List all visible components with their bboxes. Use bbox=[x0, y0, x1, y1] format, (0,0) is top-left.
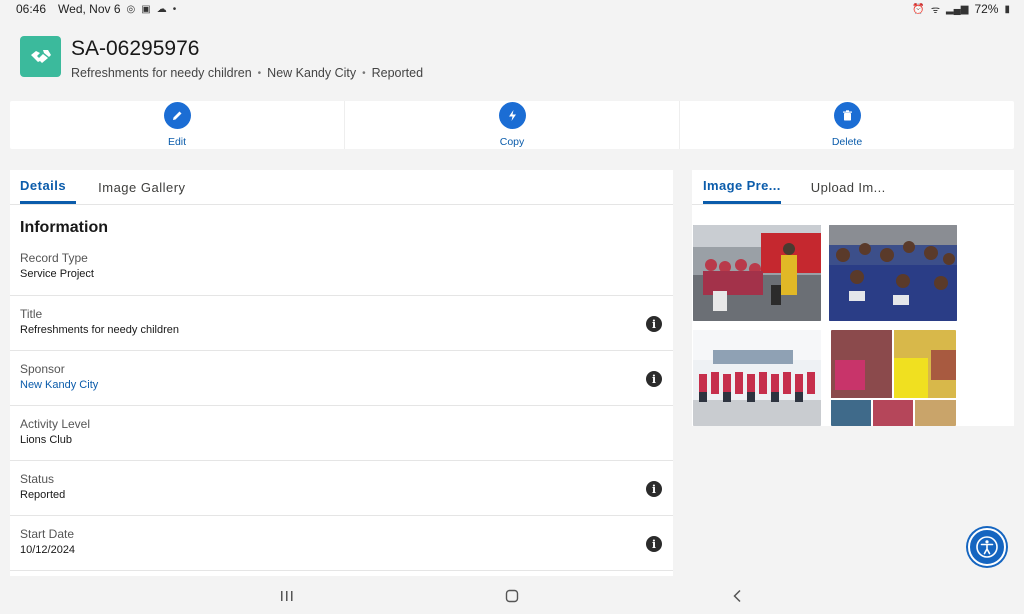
info-icon[interactable]: i bbox=[646, 371, 662, 387]
info-icon[interactable]: i bbox=[646, 481, 662, 497]
copy-label: Copy bbox=[499, 136, 525, 148]
field-label: Activity Level bbox=[20, 417, 91, 431]
trash-icon bbox=[833, 102, 861, 129]
tab-image-preview[interactable]: Image Pre... bbox=[703, 170, 781, 204]
back-icon bbox=[733, 589, 741, 603]
record-subtitle: Refreshments for needy children • New Ka… bbox=[71, 66, 423, 80]
cloud-icon: ☁ bbox=[156, 3, 167, 15]
field-start-date: Start Date 10/12/2024 i bbox=[10, 516, 673, 571]
tab-details[interactable]: Details bbox=[20, 170, 77, 204]
field-label: Status bbox=[20, 472, 55, 486]
subtitle-title: Refreshments for needy children bbox=[71, 66, 252, 80]
gallery-icon: ▣ bbox=[141, 3, 151, 15]
children-photo-thumbnail[interactable] bbox=[829, 225, 957, 321]
image-panel: Image Pre... Upload Im... bbox=[692, 170, 1014, 426]
battery-icon: ▮ bbox=[1004, 3, 1010, 15]
separator-dot: • bbox=[257, 67, 262, 79]
collage-photo-thumbnail[interactable] bbox=[831, 330, 956, 426]
recent-apps-icon bbox=[281, 591, 293, 601]
field-value: Refreshments for needy children bbox=[20, 324, 179, 336]
accessibility-icon bbox=[976, 536, 998, 558]
field-title: Title Refreshments for needy children i bbox=[10, 296, 673, 351]
info-icon[interactable]: i bbox=[646, 316, 662, 332]
group-photo-thumbnail[interactable] bbox=[693, 330, 821, 426]
home-button[interactable] bbox=[497, 586, 527, 606]
alarm-icon: ⏰ bbox=[912, 3, 925, 15]
wifi-icon: ᯤ bbox=[930, 5, 940, 16]
signal-icon: ▂▄▆ bbox=[945, 3, 969, 15]
subtitle-sponsor: New Kandy City bbox=[267, 66, 357, 80]
handshake-icon bbox=[20, 36, 61, 77]
info-icon[interactable]: i bbox=[646, 536, 662, 552]
sponsor-link[interactable]: New Kandy City bbox=[20, 379, 663, 391]
field-activity-level: Activity Level Lions Club bbox=[10, 406, 673, 461]
status-bar: 06:46 Wed, Nov 6 ◎ ▣ ☁ • ⏰ ᯤ ▂▄▆ 72% ▮ bbox=[0, 0, 1024, 18]
back-button[interactable] bbox=[722, 586, 752, 606]
recent-apps-button[interactable] bbox=[272, 586, 302, 606]
whatsapp-icon: ◎ bbox=[126, 3, 136, 15]
details-tabs: Details Image Gallery bbox=[10, 170, 673, 205]
subtitle-status: Reported bbox=[371, 66, 424, 80]
field-status: Status Reported i bbox=[10, 461, 673, 516]
action-bar: Edit Copy Delete bbox=[10, 101, 1014, 149]
section-title: Information bbox=[20, 219, 108, 236]
field-sponsor: Sponsor New Kandy City i bbox=[10, 351, 673, 406]
accessibility-button[interactable] bbox=[968, 528, 1006, 566]
field-label: Title bbox=[20, 307, 43, 321]
battery-percent: 72% bbox=[974, 2, 999, 16]
tab-upload-image[interactable]: Upload Im... bbox=[811, 170, 886, 204]
field-value: Service Project bbox=[20, 268, 94, 280]
field-value: Reported bbox=[20, 489, 66, 501]
field-label: Sponsor bbox=[20, 362, 65, 376]
record-header: SA-06295976 Refreshments for needy child… bbox=[20, 36, 423, 80]
field-value: Lions Club bbox=[20, 434, 72, 446]
bolt-icon bbox=[498, 102, 526, 129]
status-date: Wed, Nov 6 bbox=[58, 2, 121, 16]
edit-button[interactable]: Edit bbox=[10, 101, 345, 149]
status-time: 06:46 bbox=[16, 2, 47, 16]
field-label: Record Type bbox=[20, 251, 88, 265]
delete-label: Delete bbox=[831, 136, 863, 148]
details-panel: Details Image Gallery Information Record… bbox=[10, 170, 673, 576]
pencil-icon bbox=[163, 102, 191, 129]
event-photo-thumbnail[interactable] bbox=[693, 225, 821, 321]
image-tabs: Image Pre... Upload Im... bbox=[692, 170, 1014, 205]
copy-button[interactable]: Copy bbox=[345, 101, 680, 149]
navigation-bar bbox=[0, 578, 1024, 614]
separator-dot: • bbox=[362, 67, 366, 79]
record-id: SA-06295976 bbox=[71, 37, 200, 60]
field-label: Start Date bbox=[20, 527, 75, 541]
notification-dot-icon: • bbox=[172, 3, 177, 15]
field-record-type: Record Type Service Project bbox=[10, 247, 673, 296]
tab-image-gallery[interactable]: Image Gallery bbox=[98, 170, 195, 204]
edit-label: Edit bbox=[167, 136, 187, 148]
delete-button[interactable]: Delete bbox=[680, 101, 1014, 149]
field-value: 10/12/2024 bbox=[20, 544, 76, 556]
home-icon bbox=[505, 589, 519, 603]
